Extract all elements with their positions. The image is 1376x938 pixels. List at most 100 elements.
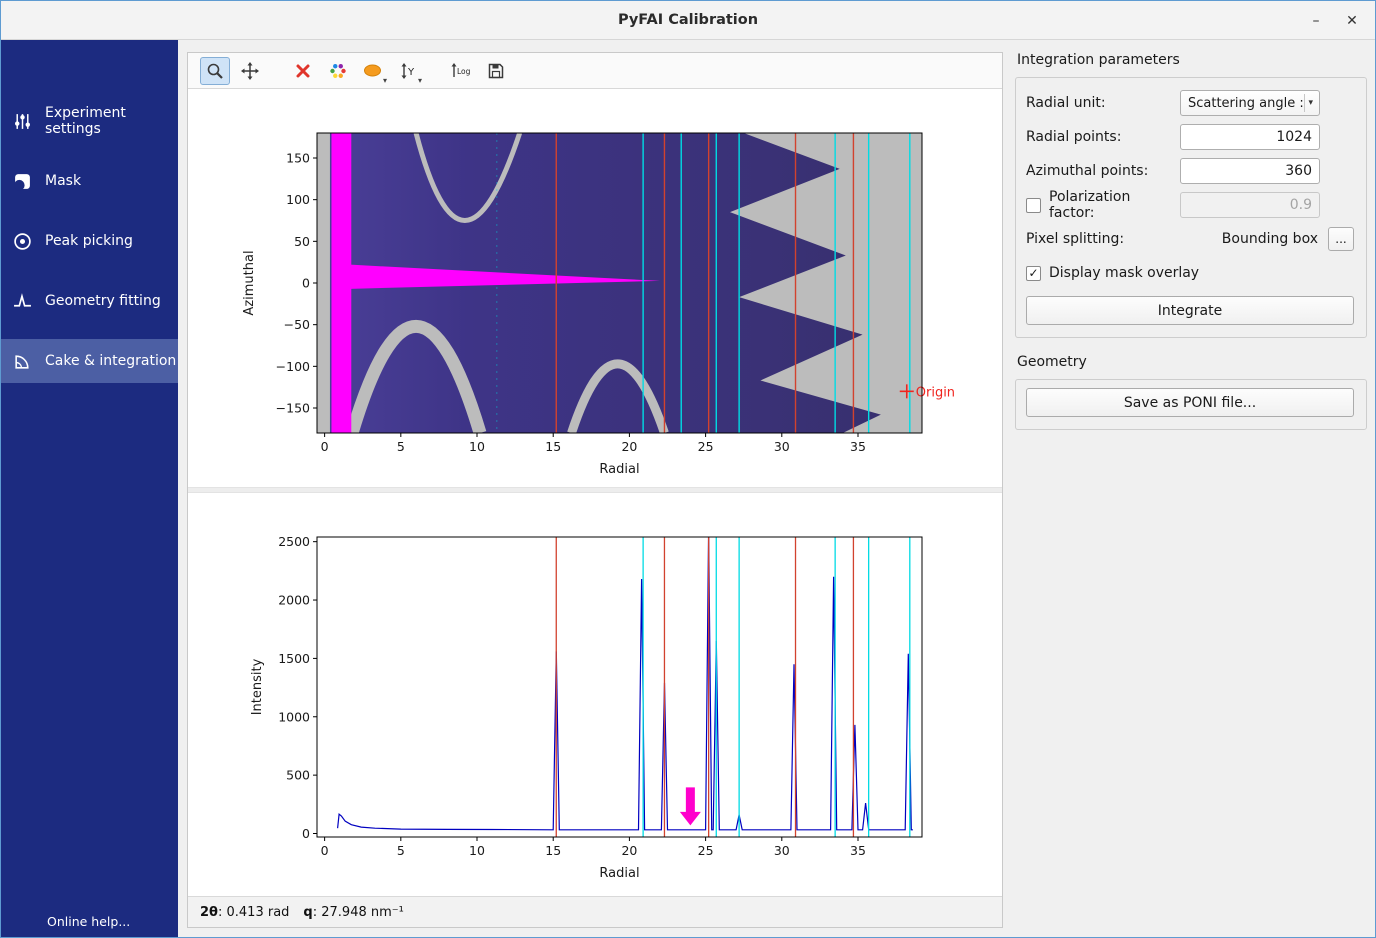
tick-label: 1000 xyxy=(278,709,310,724)
close-button[interactable]: ✕ xyxy=(1337,1,1367,40)
tick-label: 20 xyxy=(621,439,637,454)
y-axis-glyph: Y xyxy=(407,67,415,78)
floppy-save-icon xyxy=(487,62,505,80)
mask-overlay-label: Display mask overlay xyxy=(1049,265,1199,281)
y-axis-orientation-button[interactable]: Y ▾ xyxy=(393,57,423,85)
tth-label: 2θ xyxy=(200,905,218,920)
radial-points-label: Radial points: xyxy=(1026,129,1121,145)
tick-label: 0 xyxy=(302,276,310,291)
q-value: : 27.948 nm⁻¹ xyxy=(313,905,404,920)
palette-icon xyxy=(329,62,347,80)
log-glyph: Log xyxy=(457,67,471,76)
sidebar-item-label: Cake & integration xyxy=(45,353,176,369)
tick-label: 1500 xyxy=(278,651,310,666)
sidebar-item-label: Mask xyxy=(45,173,81,189)
tick-label: 25 xyxy=(698,843,714,858)
tick-label: 10 xyxy=(469,439,485,454)
tick-label: 25 xyxy=(698,439,714,454)
integrate-button[interactable]: Integrate xyxy=(1026,296,1354,325)
save-button[interactable] xyxy=(481,57,511,85)
tick-label: 15 xyxy=(545,843,561,858)
sidebar-item-label: Experiment settings xyxy=(45,105,178,137)
ellipse-selector-button[interactable]: ▾ xyxy=(358,57,388,85)
integrate-row: Integrate xyxy=(1026,296,1354,325)
integration-plot-canvas[interactable]: 0510152025303505001000150020002500Radial… xyxy=(188,493,1002,896)
sidebar-item-peak-picking[interactable]: Peak picking xyxy=(1,219,178,263)
log-scale-button[interactable]: Log xyxy=(446,57,476,85)
azimuthal-points-label: Azimuthal points: xyxy=(1026,163,1148,179)
pixel-splitting-row: Pixel splitting: Bounding box ... xyxy=(1026,222,1354,256)
y-axis-label: Intensity xyxy=(250,658,265,715)
save-poni-button[interactable]: Save as PONI file... xyxy=(1026,388,1354,417)
colormap-button[interactable] xyxy=(323,57,353,85)
radial-unit-label: Radial unit: xyxy=(1026,95,1106,111)
dropdown-caret-icon: ▾ xyxy=(418,77,422,85)
integration-parameters-panel: Integration parameters Radial unit: Scat… xyxy=(1003,40,1375,937)
pan-button[interactable] xyxy=(235,57,265,85)
geometry-group: Save as PONI file... xyxy=(1015,379,1367,430)
mask-overlay-checkbox[interactable]: ✓ xyxy=(1026,266,1041,281)
integration-parameters-title: Integration parameters xyxy=(1017,52,1367,68)
tick-label: 0 xyxy=(321,843,329,858)
tick-label: 30 xyxy=(774,439,790,454)
y-axis-label: Azimuthal xyxy=(242,250,257,315)
polarization-checkbox[interactable] xyxy=(1026,198,1041,213)
polarization-row: Polarization factor: xyxy=(1026,188,1354,222)
selection-arrow-marker xyxy=(680,787,701,825)
clear-mask-button[interactable] xyxy=(288,57,318,85)
checkbox-glyph: ✓ xyxy=(1028,267,1038,279)
red-cross-icon xyxy=(294,62,312,80)
zoom-button[interactable] xyxy=(200,57,230,85)
online-help-link[interactable]: Online help... xyxy=(47,914,130,929)
mask-overlay-row: ✓ Display mask overlay xyxy=(1026,256,1354,290)
tick-label: 30 xyxy=(774,843,790,858)
pan-arrows-icon xyxy=(241,62,259,80)
integration-curve-layer xyxy=(338,530,913,837)
cake-plot-canvas[interactable]: Origin05101520253035−150−100−50050100150… xyxy=(188,89,1002,487)
ellipse-icon xyxy=(363,62,383,80)
tick-label: 5 xyxy=(397,439,405,454)
tick-label: 150 xyxy=(286,151,310,166)
mask-icon xyxy=(13,172,32,191)
tick-label: 2500 xyxy=(278,534,310,549)
pixel-splitting-value: Bounding box xyxy=(1222,231,1318,247)
pixel-splitting-options-button[interactable]: ... xyxy=(1328,227,1354,251)
intensity-curve xyxy=(338,530,913,830)
tick-label: 35 xyxy=(850,843,866,858)
polarization-label: Polarization factor: xyxy=(1049,189,1180,221)
tick-label: 0 xyxy=(302,826,310,841)
tick-label: 10 xyxy=(469,843,485,858)
sidebar-item-label: Peak picking xyxy=(45,233,133,249)
sidebar-item-cake-integration[interactable]: Cake & integration xyxy=(1,339,178,383)
geometry-title: Geometry xyxy=(1017,354,1367,370)
integration-plot-figure: 0510152025303505001000150020002500Radial… xyxy=(188,493,1002,896)
plot-area: ▾ Y ▾ xyxy=(178,40,1003,937)
tick-label: −50 xyxy=(284,317,310,332)
sidebar-item-mask[interactable]: Mask xyxy=(1,159,178,203)
titlebar: PyFAI Calibration – ✕ xyxy=(1,1,1375,40)
polarization-input xyxy=(1180,192,1320,218)
chevron-down-icon: ▾ xyxy=(1304,94,1316,112)
radial-unit-select[interactable]: Scattering angle : ▾ xyxy=(1180,90,1320,116)
radial-points-row: Radial points: xyxy=(1026,120,1354,154)
tick-label: 15 xyxy=(545,439,561,454)
sidebar-item-geometry-fitting[interactable]: Geometry fitting xyxy=(1,279,178,323)
app-window: PyFAI Calibration – ✕ Experiment setting… xyxy=(0,0,1376,938)
integration-parameters-group: Radial unit: Scattering angle : ▾ Radial… xyxy=(1015,77,1367,338)
minimize-button[interactable]: – xyxy=(1301,1,1331,40)
azimuthal-points-input[interactable] xyxy=(1180,158,1320,184)
pixel-splitting-label: Pixel splitting: xyxy=(1026,231,1124,247)
sliders-icon xyxy=(13,112,32,131)
window-body: Experiment settings Mask Peak picking xyxy=(1,40,1375,937)
tick-label: 2000 xyxy=(278,593,310,608)
radial-points-input[interactable] xyxy=(1180,124,1320,150)
log-scale-icon: Log xyxy=(450,62,472,80)
position-statusbar: 2θ : 0.413 rad q : 27.948 nm⁻¹ xyxy=(188,896,1002,927)
q-label: q xyxy=(303,905,312,920)
plot-panel: ▾ Y ▾ xyxy=(187,52,1003,928)
x-axis-label: Radial xyxy=(599,866,639,881)
sidebar-item-label: Geometry fitting xyxy=(45,293,161,309)
cake-plot-figure: Origin05101520253035−150−100−50050100150… xyxy=(188,89,1002,487)
sidebar-item-experiment-settings[interactable]: Experiment settings xyxy=(1,99,178,143)
sidebar: Experiment settings Mask Peak picking xyxy=(1,40,178,937)
